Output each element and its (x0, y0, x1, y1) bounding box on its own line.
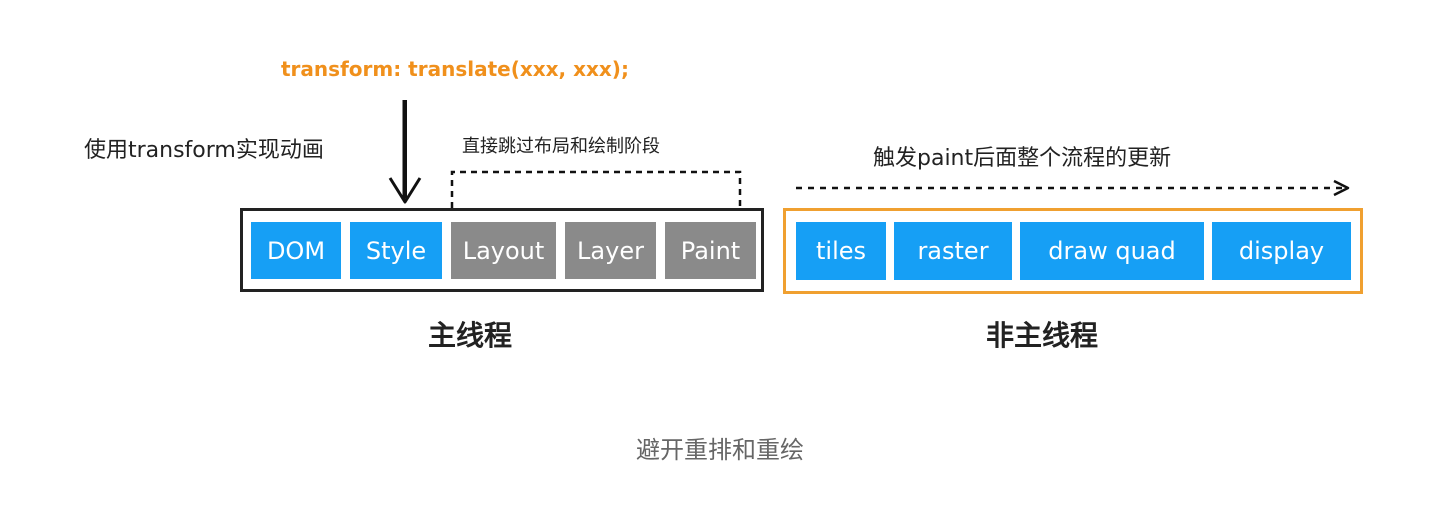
non-main-thread-caption: 非主线程 (986, 319, 1099, 352)
down-arrow-icon (388, 100, 422, 204)
stage-draw-quad: draw quad (1020, 222, 1204, 280)
main-thread-caption: 主线程 (428, 319, 513, 352)
stage-dom: DOM (251, 222, 341, 279)
skip-bracket (450, 170, 742, 208)
stage-raster: raster (894, 222, 1012, 280)
stage-display: display (1212, 222, 1351, 280)
right-arrow-icon (796, 179, 1350, 197)
stage-paint: Paint (665, 222, 756, 279)
stage-layer: Layer (565, 222, 656, 279)
stage-tiles: tiles (796, 222, 886, 280)
stage-style: Style (350, 222, 442, 279)
figure-caption: 避开重排和重绘 (636, 436, 804, 464)
stage-layout: Layout (451, 222, 556, 279)
